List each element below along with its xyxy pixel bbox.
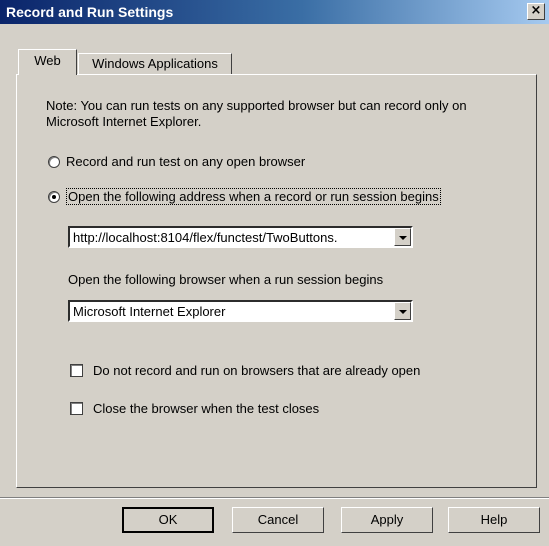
address-value: http://localhost:8104/flex/functest/TwoB… (73, 230, 338, 245)
chevron-down-icon[interactable] (394, 228, 411, 246)
close-icon: × (530, 3, 542, 18)
record-run-settings-dialog: Record and Run Settings × Web Windows Ap… (0, 0, 549, 546)
help-button[interactable]: Help (448, 507, 540, 533)
browser-label: Open the following browser when a run se… (68, 272, 384, 287)
title-bar: Record and Run Settings × (0, 0, 549, 24)
dialog-title: Record and Run Settings (6, 4, 174, 20)
address-combobox[interactable]: http://localhost:8104/flex/functest/TwoB… (68, 226, 413, 248)
separator (0, 497, 549, 499)
checkbox-close-browser[interactable]: Close the browser when the test closes (70, 401, 319, 416)
close-button[interactable]: × (527, 3, 545, 20)
ok-button[interactable]: OK (122, 507, 214, 533)
radio-label: Record and run test on any open browser (66, 154, 306, 169)
apply-button[interactable]: Apply (341, 507, 433, 533)
browser-value: Microsoft Internet Explorer (73, 304, 226, 319)
tab-windows-applications[interactable]: Windows Applications (78, 53, 232, 75)
checkbox-do-not-record-open[interactable]: Do not record and run on browsers that a… (70, 363, 420, 378)
radio-button[interactable] (48, 155, 60, 168)
chevron-down-icon[interactable] (394, 302, 411, 320)
checkbox[interactable] (70, 402, 83, 415)
checkbox-label: Do not record and run on browsers that a… (93, 363, 421, 378)
cancel-button[interactable]: Cancel (232, 507, 324, 533)
browser-combobox[interactable]: Microsoft Internet Explorer (68, 300, 413, 322)
radio-open-address[interactable]: Open the following address when a record… (48, 188, 441, 205)
checkbox[interactable] (70, 364, 83, 377)
tab-web[interactable]: Web (18, 49, 77, 75)
radio-button-selected[interactable] (48, 190, 60, 203)
radio-record-any-browser[interactable]: Record and run test on any open browser (48, 154, 305, 169)
checkbox-label: Close the browser when the test closes (93, 401, 320, 416)
radio-label: Open the following address when a record… (66, 188, 441, 205)
